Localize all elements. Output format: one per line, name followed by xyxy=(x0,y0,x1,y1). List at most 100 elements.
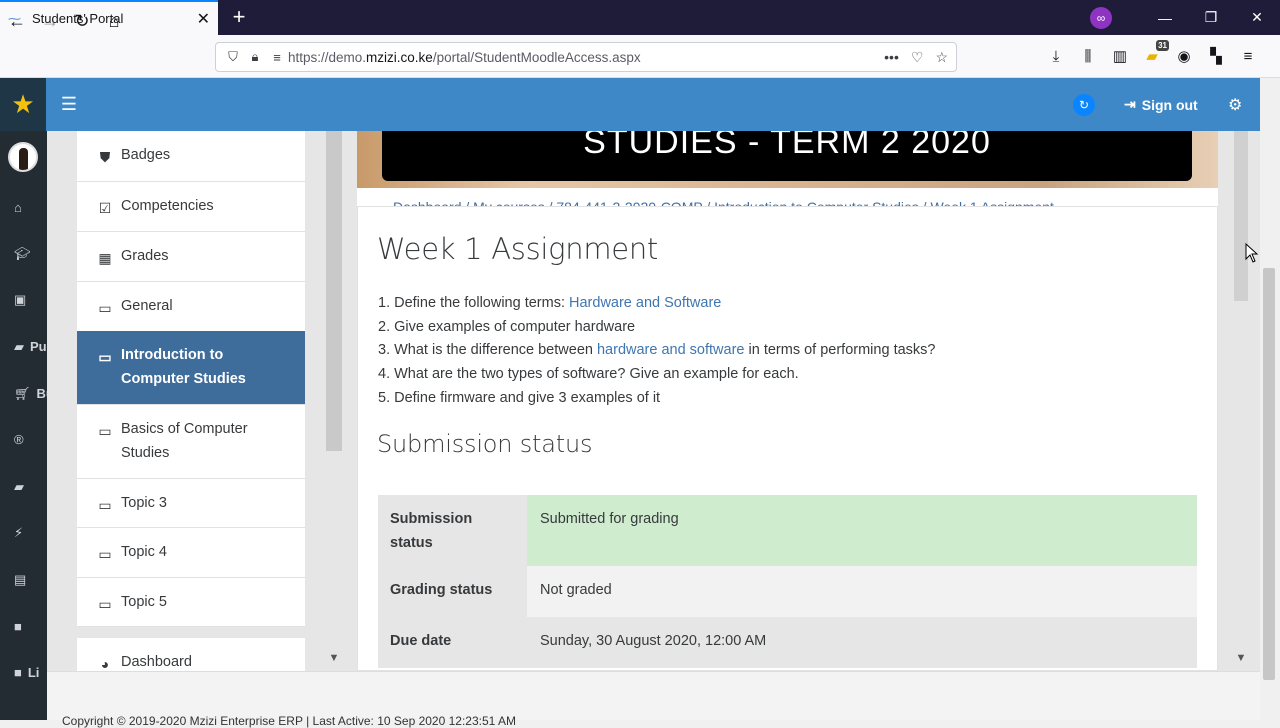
row-value: Sunday, 30 August 2020, 12:00 AM xyxy=(527,617,1197,668)
book-icon: ▰ xyxy=(14,339,24,354)
sidebar-item-label: Competencies xyxy=(121,198,214,214)
folder-icon: ▭ xyxy=(98,596,112,612)
row-value: Submitted for grading xyxy=(527,495,1197,566)
page-footer xyxy=(47,671,1260,720)
clipboard-icon: ▤ xyxy=(14,572,27,587)
sidebar-item-competencies[interactable]: ☑ Competencies xyxy=(77,182,305,232)
registered-icon: ® xyxy=(14,432,24,447)
library-icon[interactable]: ⫼ xyxy=(1077,44,1099,70)
question-5: 5. Define firmware and give 3 examples o… xyxy=(378,390,661,406)
row-value: Not graded xyxy=(527,566,1197,617)
avatar[interactable] xyxy=(8,142,38,172)
sidebar-item-dashboard[interactable]: ◕ Dashboard xyxy=(77,633,305,671)
sidebar-icon[interactable]: ▥ xyxy=(1109,44,1131,70)
download-icon[interactable]: ⤓ xyxy=(1045,44,1067,70)
sidebar-item-topic-5[interactable]: ▭ Topic 5 xyxy=(77,578,305,627)
sidebar-item-grades[interactable]: ▦ Grades xyxy=(77,232,305,282)
graduation-cap-icon: 🎓︎ xyxy=(14,246,31,261)
close-tab-icon[interactable]: ✕ xyxy=(197,9,210,29)
page-scrollbar-thumb[interactable] xyxy=(1263,268,1275,680)
nav-scroll-down-icon[interactable]: ▼ xyxy=(327,652,341,668)
content-scroll-down-icon[interactable]: ▼ xyxy=(1234,652,1248,668)
nav-scrollbar-thumb[interactable] xyxy=(326,131,342,451)
sign-out-label: Sign out xyxy=(1141,96,1198,113)
private-browsing-icon: ∞ xyxy=(1090,6,1112,29)
table-row: Grading status Not graded xyxy=(378,566,1197,617)
dashboard-icon: ◕ xyxy=(100,656,110,671)
question-1: 1. Define the following terms: Hardware … xyxy=(378,295,722,311)
extension-icon[interactable]: ▰ 31 xyxy=(1141,40,1169,70)
course-banner-title: STUDIES - TERM 2 2020 xyxy=(382,131,1192,181)
rail-item-label: Li xyxy=(27,665,40,680)
content-scrollbar-thumb[interactable] xyxy=(1234,131,1248,301)
sidebar-item-topic-4[interactable]: ▭ Topic 4 xyxy=(77,528,305,578)
submission-status-heading: Submission status xyxy=(377,430,593,458)
tracking-shield-icon[interactable]: ⛉ xyxy=(222,49,244,65)
folder-icon: ▭ xyxy=(98,423,112,439)
url-text[interactable]: https://demo.mzizi.co.ke/portal/StudentM… xyxy=(288,50,641,65)
question-2: 2. Give examples of computer hardware xyxy=(378,319,636,335)
settings-gears-icon[interactable]: ⚙ xyxy=(1228,95,1242,115)
question-3: 3. What is the difference between hardwa… xyxy=(378,342,936,358)
sidebar-item-topic-3[interactable]: ▭ Topic 3 xyxy=(77,479,305,528)
sign-out-icon: ⇥ xyxy=(1124,96,1136,112)
sidebar-item-label: Badges xyxy=(121,147,171,163)
sidebar-item-badges[interactable]: ⛊ Badges xyxy=(77,131,305,182)
sidebar-item-label: Introduction to Computer Studies xyxy=(121,347,246,387)
shield-icon: ⛊ xyxy=(99,149,111,165)
sign-out-button[interactable]: ⇥ Sign out xyxy=(1124,96,1198,113)
reload-icon[interactable]: ↻ xyxy=(69,8,95,34)
restore-icon[interactable]: ❐ xyxy=(1188,9,1234,26)
footer-copyright: Copyright © 2019-2020 Mzizi Enterprise E… xyxy=(62,714,516,728)
folder-icon: ▭ xyxy=(98,349,112,365)
account-icon[interactable]: ◉ xyxy=(1173,44,1195,70)
folder-icon: ▭ xyxy=(98,546,112,562)
sidebar-item-introduction-to-computer-studies[interactable]: ▭ Introduction to Computer Studies xyxy=(77,331,305,405)
sidebar-item-label: General xyxy=(121,298,173,314)
window-controls: ∞ — ❐ ✕ xyxy=(1090,0,1280,35)
folder-icon: ▭ xyxy=(98,300,112,316)
submission-status-table: Submission status Submitted for grading … xyxy=(378,495,1197,671)
permissions-icon[interactable]: ≡ xyxy=(266,50,288,65)
row-label: Due date xyxy=(378,617,527,668)
sidebar-item-basics-of-computer-studies[interactable]: ▭ Basics of Computer Studies xyxy=(77,405,305,479)
forward-icon[interactable]: → xyxy=(37,8,63,34)
home-icon[interactable]: ⌂ xyxy=(101,8,127,34)
glossary-link-hardware-and-software[interactable]: hardware and software xyxy=(597,342,745,358)
sidebar-item-label: Topic 4 xyxy=(121,544,167,560)
row-label: Grading status xyxy=(378,566,527,617)
page-actions-icon[interactable]: ••• xyxy=(884,49,899,66)
sidebar-item-label: Topic 5 xyxy=(121,594,167,610)
cart-icon: 🛒︎ xyxy=(14,386,31,401)
glossary-link-hardware-software[interactable]: Hardware and Software xyxy=(569,295,721,311)
address-bar[interactable]: ⛉ 🔒︎ ≡ https://demo.mzizi.co.ke/portal/S… xyxy=(215,42,957,72)
table-row: Submission status Submitted for grading xyxy=(378,495,1197,566)
menu-icon[interactable]: ≡ xyxy=(1237,44,1259,70)
mouse-cursor-icon xyxy=(1245,243,1259,263)
toolbar-icons: ⤓ ⫼ ▥ ▰ 31 ◉ ▚ ≡ xyxy=(1045,40,1259,70)
new-tab-icon[interactable]: + xyxy=(228,5,250,29)
video-icon: ■ xyxy=(14,619,22,634)
row-label: Submission status xyxy=(378,495,527,566)
star-logo-icon[interactable]: ★ xyxy=(0,78,46,131)
site-header xyxy=(0,78,1260,131)
sync-icon[interactable]: ↻ xyxy=(1073,94,1095,116)
lock-icon[interactable]: 🔒︎ xyxy=(244,49,266,65)
sidebar-item-label: Topic 3 xyxy=(121,495,167,511)
back-icon[interactable]: ← xyxy=(4,8,30,34)
check-square-icon: ☑ xyxy=(98,200,112,216)
folder-icon: ▭ xyxy=(98,497,112,513)
sidebar-item-general[interactable]: ▭ General xyxy=(77,282,305,332)
page-title: Week 1 Assignment xyxy=(377,232,658,266)
bookmark-star-icon[interactable]: ☆ xyxy=(935,49,948,66)
table-icon: ▦ xyxy=(98,250,112,266)
close-window-icon[interactable]: ✕ xyxy=(1234,9,1280,26)
pocket-icon[interactable]: ♡ xyxy=(911,49,924,66)
minimize-icon[interactable]: — xyxy=(1142,10,1188,26)
course-nav-drawer: ⛊ Badges ☑ Competencies ▦ Grades ▭ General ▭ Intr… xyxy=(77,131,305,671)
table-row: Due date Sunday, 30 August 2020, 12:00 A… xyxy=(378,617,1197,668)
bolt-icon: ⚡︎ xyxy=(14,525,24,540)
hamburger-menu-icon[interactable]: ☰ xyxy=(58,92,80,116)
addons-icon[interactable]: ▚ xyxy=(1205,44,1227,70)
rail-item-label: Pu xyxy=(30,339,47,354)
